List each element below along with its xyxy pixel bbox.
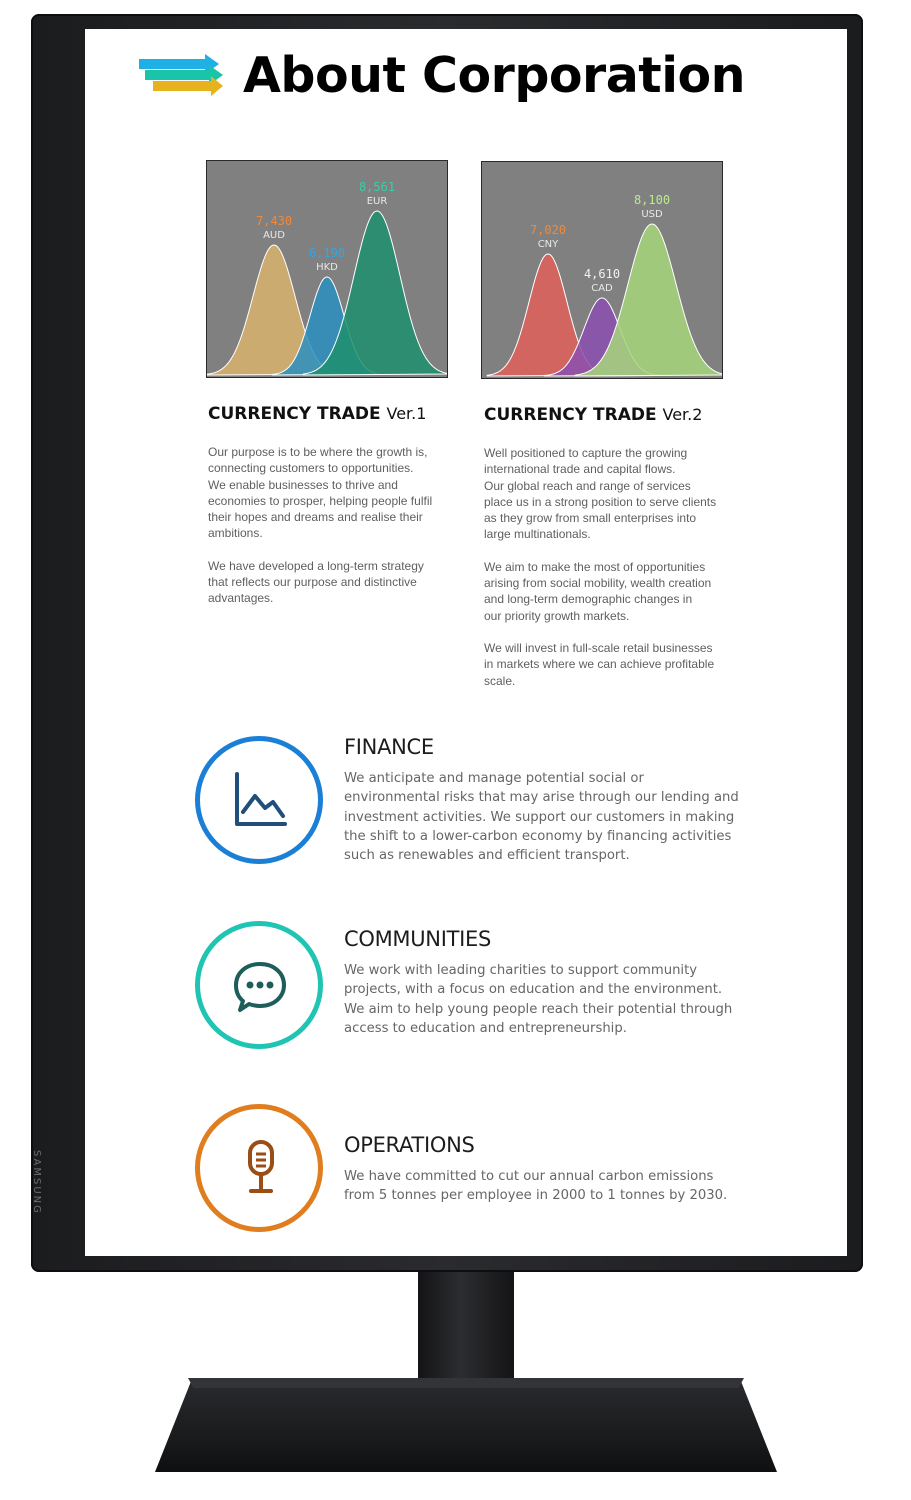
screen: About Corporation 7,430 AUD 6,190 HKD 8,561 E… (85, 29, 847, 1256)
operations-icon-circle (195, 1104, 323, 1232)
monitor-stand-base (155, 1378, 777, 1472)
communities-text: We work with leading charities to suppor… (344, 963, 733, 1036)
chart-1-value-eur: 8,561 (359, 180, 395, 194)
brand-label: SAMSUNG (31, 1150, 42, 1215)
chart-2-paragraph-3: We will invest in full-scale retail busi… (484, 640, 715, 688)
finance-text: We anticipate and manage potential socia… (344, 771, 739, 864)
communities-title: COMMUNITIES (344, 927, 492, 951)
chart-1-version: Ver.1 (386, 404, 427, 423)
chart-1-heading-text: CURRENCY TRADE (208, 404, 381, 424)
chart-2-code-usd: USD (641, 209, 663, 220)
chart-1-value-hkd: 6,190 (309, 246, 345, 260)
operations-title: OPERATIONS (344, 1133, 475, 1157)
page-title: About Corporation (243, 47, 746, 104)
finance-title: FINANCE (344, 735, 434, 759)
line-chart-icon (235, 772, 287, 826)
chart-2-code-cny: CNY (538, 239, 559, 250)
microphone-icon (248, 1140, 274, 1193)
currency-chart-2: 7,020 CNY 4,610 CAD 8,100 USD (481, 161, 723, 379)
chart-1-code-aud: AUD (263, 230, 285, 241)
chart-1-description: Our purpose is to be where the growth is… (208, 444, 448, 623)
currency-chart-1: 7,430 AUD 6,190 HKD 8,561 EUR (206, 160, 448, 378)
chart-2-heading-text: CURRENCY TRADE (484, 405, 657, 425)
chart-1-code-hkd: HKD (316, 262, 338, 273)
chart-2-value-cad: 4,610 (584, 267, 620, 281)
monitor-stand-base-top (188, 1378, 744, 1388)
arrows-logo-icon (139, 53, 223, 106)
chart-2-description: Well positioned to capture the growing i… (484, 445, 724, 705)
chart-1-heading: CURRENCY TRADE Ver.1 (208, 404, 426, 424)
chart-2-heading: CURRENCY TRADE Ver.2 (484, 405, 702, 425)
chart-2-value-cny: 7,020 (530, 223, 566, 237)
chart-2-version: Ver.2 (662, 405, 703, 424)
chart-1-code-eur: EUR (367, 196, 388, 207)
chart-1-paragraph-1: Our purpose is to be where the growth is… (208, 445, 433, 541)
communities-icon-circle (195, 921, 323, 1049)
chart-2-code-cad: CAD (591, 283, 613, 294)
chart-2-paragraph-1: Well positioned to capture the growing i… (484, 446, 717, 542)
chart-2-value-usd: 8,100 (634, 193, 670, 207)
finance-icon-circle (195, 736, 323, 864)
chart-2-paragraph-2: We aim to make the most of opportunities… (484, 559, 712, 623)
chart-1-paragraph-2: We have developed a long-term strategy t… (208, 558, 424, 606)
operations-text: We have committed to cut our annual carb… (344, 1169, 728, 1204)
chart-1-value-aud: 7,430 (256, 214, 292, 228)
chat-bubble-icon (234, 962, 286, 1012)
